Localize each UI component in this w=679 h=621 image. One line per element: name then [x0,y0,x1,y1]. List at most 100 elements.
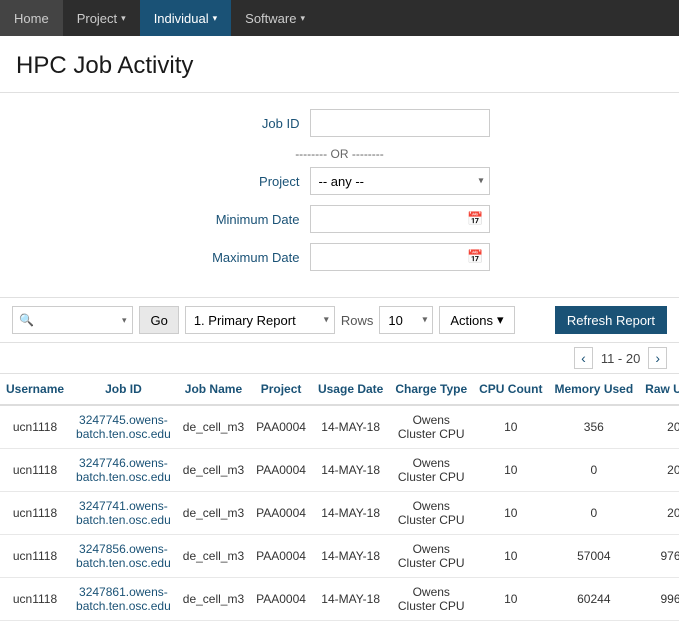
table-row: ucn1118 3247745.owens-batch.ten.osc.edu … [0,405,679,449]
cell-charge-type: Owens Cluster CPU [389,405,473,449]
next-page-button[interactable]: › [648,347,667,369]
cell-job-id: 3247856.owens-batch.ten.osc.edu [70,535,177,578]
col-charge-type[interactable]: Charge Type [389,374,473,405]
job-id-link[interactable]: 3247745.owens-batch.ten.osc.edu [76,413,171,441]
cell-job-id: 3247741.owens-batch.ten.osc.edu [70,492,177,535]
nav-home[interactable]: Home [0,0,63,36]
cell-cpu-count: 10 [473,492,548,535]
min-date-label: Minimum Date [190,212,300,227]
col-project[interactable]: Project [250,374,312,405]
min-date-input[interactable]: 01-MAY-18 [310,205,490,233]
job-id-link[interactable]: 3247741.owens-batch.ten.osc.edu [76,499,171,527]
col-memory-used[interactable]: Memory Used [548,374,639,405]
cell-job-id: 3247745.owens-batch.ten.osc.edu [70,405,177,449]
cell-usage-date: 14-MAY-18 [312,535,389,578]
cell-charge-type: Owens Cluster CPU [389,535,473,578]
search-input[interactable] [38,313,118,328]
prev-page-button[interactable]: ‹ [574,347,593,369]
cell-job-name: de_cell_m3 [177,492,250,535]
cell-charge-type: Owens Cluster CPU [389,578,473,621]
project-select[interactable]: -- any -- [310,167,490,195]
nav-project[interactable]: Project ▾ [63,0,140,36]
rows-select[interactable]: 10 25 50 100 [379,306,433,334]
search-wrap[interactable]: 🔍 ▾ [12,306,133,334]
max-date-input[interactable]: 15-MAY-18 [310,243,490,271]
nav-software-label: Software [245,11,296,26]
min-date-wrap: 01-MAY-18 📅 [310,205,490,233]
cell-cpu-count: 10 [473,405,548,449]
cell-usage-date: 14-MAY-18 [312,449,389,492]
cell-project: PAA0004 [250,578,312,621]
col-raw-used[interactable]: Raw Used [639,374,679,405]
project-label: Project [190,174,300,189]
max-date-label: Maximum Date [190,250,300,265]
job-id-label: Job ID [190,116,300,131]
cell-username: ucn1118 [0,578,70,621]
page-range: 11 - 20 [601,351,641,366]
cell-username: ucn1118 [0,405,70,449]
cell-cpu-count: 10 [473,535,548,578]
cell-project: PAA0004 [250,449,312,492]
search-icon: 🔍 [19,313,34,327]
cell-memory-used: 356 [548,405,639,449]
cell-raw-used: 9760 [639,535,679,578]
job-id-input[interactable] [310,109,490,137]
cell-usage-date: 14-MAY-18 [312,405,389,449]
cell-job-id: 3247746.owens-batch.ten.osc.edu [70,449,177,492]
chevron-down-icon: ▾ [213,13,218,24]
job-id-link[interactable]: 3247746.owens-batch.ten.osc.edu [76,456,171,484]
actions-label: Actions [450,313,493,328]
chevron-down-icon: ▾ [300,13,305,24]
cell-raw-used: 9960 [639,578,679,621]
toolbar: 🔍 ▾ Go 1. Primary Report ▾ Rows 10 25 50… [0,298,679,343]
report-select[interactable]: 1. Primary Report [185,306,335,334]
cell-usage-date: 14-MAY-18 [312,492,389,535]
go-button[interactable]: Go [139,306,178,334]
chevron-down-icon: ▾ [121,13,126,24]
job-id-link[interactable]: 3247861.owens-batch.ten.osc.edu [76,585,171,613]
cell-usage-date: 14-MAY-18 [312,578,389,621]
table-row: ucn1118 3247856.owens-batch.ten.osc.edu … [0,535,679,578]
cell-job-name: de_cell_m3 [177,535,250,578]
page-title: HPC Job Activity [0,36,679,93]
cell-memory-used: 57004 [548,535,639,578]
nav-home-label: Home [14,11,49,26]
actions-button[interactable]: Actions ▾ [439,306,514,334]
calendar-icon[interactable]: 📅 [467,249,483,265]
cell-raw-used: 20 [639,492,679,535]
project-select-wrap: -- any -- ▾ [310,167,490,195]
nav-software[interactable]: Software ▾ [231,0,319,36]
table-header-row: Username Job ID Job Name Project Usage D… [0,374,679,405]
table-row: ucn1118 3247861.owens-batch.ten.osc.edu … [0,578,679,621]
max-date-wrap: 15-MAY-18 📅 [310,243,490,271]
min-date-row: Minimum Date 01-MAY-18 📅 [60,205,619,233]
col-cpu-count[interactable]: CPU Count [473,374,548,405]
calendar-icon[interactable]: 📅 [467,211,483,227]
pagination-bar: ‹ 11 - 20 › [0,343,679,374]
col-username[interactable]: Username [0,374,70,405]
cell-job-name: de_cell_m3 [177,449,250,492]
or-divider: -------- OR -------- [60,147,619,161]
nav-individual[interactable]: Individual ▾ [140,0,231,36]
col-job-name[interactable]: Job Name [177,374,250,405]
col-job-id[interactable]: Job ID [70,374,177,405]
cell-job-name: de_cell_m3 [177,405,250,449]
table-row: ucn1118 3247746.owens-batch.ten.osc.edu … [0,449,679,492]
cell-raw-used: 20 [639,405,679,449]
cell-charge-type: Owens Cluster CPU [389,449,473,492]
chevron-down-icon[interactable]: ▾ [122,315,127,326]
job-id-row: Job ID [60,109,619,137]
rows-select-wrap: 10 25 50 100 ▾ [379,306,433,334]
cell-project: PAA0004 [250,492,312,535]
nav-project-label: Project [77,11,117,26]
job-id-link[interactable]: 3247856.owens-batch.ten.osc.edu [76,542,171,570]
filter-form: Job ID -------- OR -------- Project -- a… [0,93,679,298]
cell-username: ucn1118 [0,535,70,578]
col-usage-date[interactable]: Usage Date [312,374,389,405]
rows-label: Rows [341,313,374,328]
nav-bar: Home Project ▾ Individual ▾ Software ▾ [0,0,679,36]
report-select-wrap: 1. Primary Report ▾ [185,306,335,334]
cell-username: ucn1118 [0,449,70,492]
cell-raw-used: 20 [639,449,679,492]
refresh-button[interactable]: Refresh Report [555,306,667,334]
